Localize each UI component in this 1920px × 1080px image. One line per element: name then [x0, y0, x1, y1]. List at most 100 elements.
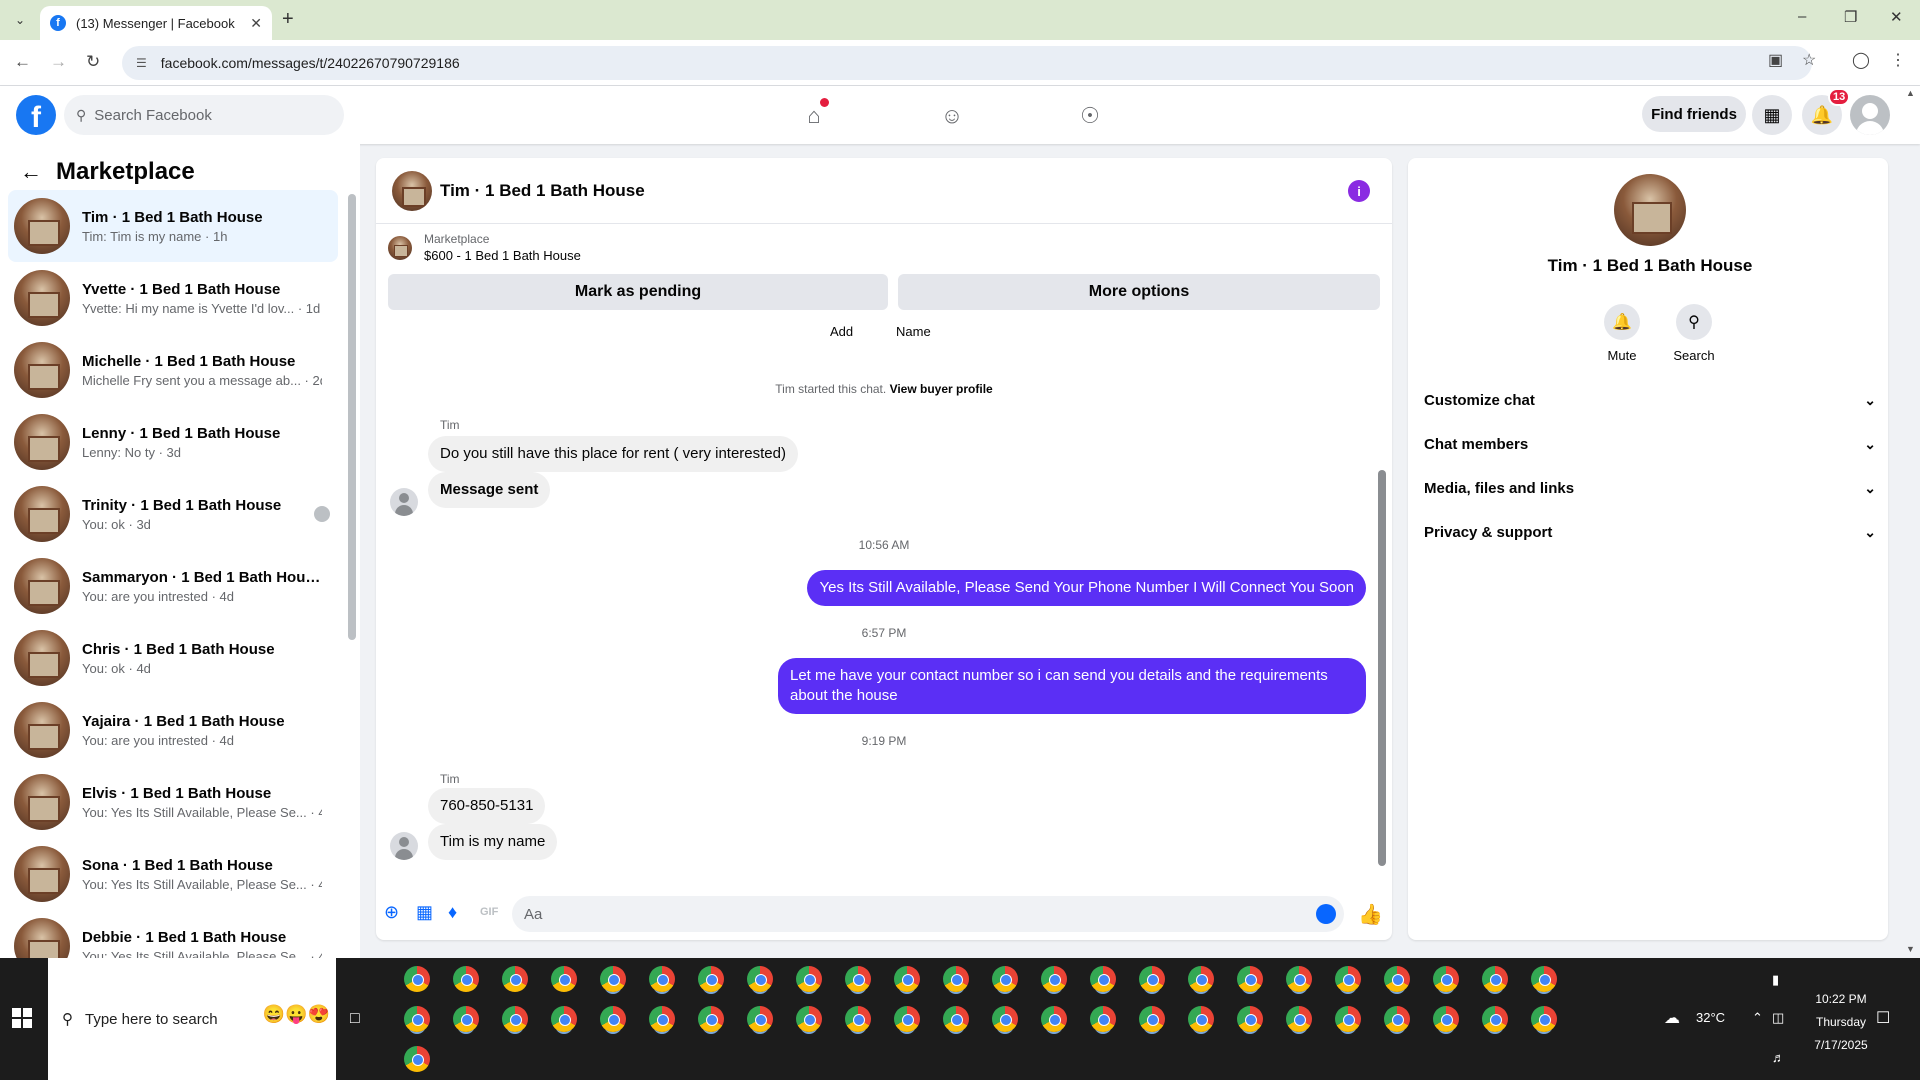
sender-avatar[interactable] [390, 488, 418, 516]
taskbar-browser-icon[interactable] [453, 1006, 479, 1032]
taskbar-browser-icon[interactable] [894, 1006, 920, 1032]
taskbar-browser-icon[interactable] [1482, 1006, 1508, 1032]
taskbar-browser-icon[interactable] [943, 1006, 969, 1032]
reload-icon[interactable]: ↻ [86, 52, 100, 72]
customize-chat-row[interactable]: Customize chat ⌄ [1424, 382, 1876, 418]
taskbar-browser-icon[interactable] [1090, 1006, 1116, 1032]
taskbar-browser-icon[interactable] [1433, 1006, 1459, 1032]
sender-avatar[interactable] [390, 832, 418, 860]
taskbar-browser-icon[interactable] [1482, 966, 1508, 992]
taskbar-browser-icon[interactable] [1188, 966, 1214, 992]
tab-close-icon[interactable]: ✕ [250, 15, 262, 32]
taskbar-browser-icon[interactable] [1188, 1006, 1214, 1032]
taskbar-browser-icon[interactable] [747, 966, 773, 992]
taskbar-browser-icon[interactable] [502, 1006, 528, 1032]
show-hidden-icons-chevron-icon[interactable]: ⌃ [1752, 1010, 1763, 1026]
taskbar-browser-icon[interactable] [698, 966, 724, 992]
chat-list-scrollbar[interactable] [348, 194, 356, 640]
minimize-button[interactable]: – [1798, 8, 1806, 25]
taskbar-browser-icon[interactable] [698, 1006, 724, 1032]
chat-item[interactable]: Yvette · 1 Bed 1 Bath House Yvette: Hi my… [8, 262, 338, 334]
taskbar-browser-icon[interactable] [1139, 966, 1165, 992]
taskbar-browser-icon[interactable] [1090, 966, 1116, 992]
message-input[interactable]: Aa [512, 896, 1344, 932]
taskbar-browser-icon[interactable] [1384, 966, 1410, 992]
chat-item[interactable]: Debbie · 1 Bed 1 Bath House You: Yes Its … [8, 910, 338, 958]
conversation-thumbnail[interactable] [1614, 174, 1686, 246]
account-avatar[interactable] [1850, 95, 1890, 135]
page-scroll-down-icon[interactable]: ▼ [1906, 944, 1915, 954]
outgoing-message[interactable]: Yes Its Still Available, Please Send You… [807, 570, 1366, 606]
taskbar-browser-icon[interactable] [649, 1006, 675, 1032]
install-app-icon[interactable]: ▣ [1768, 50, 1783, 70]
browser-menu-icon[interactable]: ⋮ [1890, 50, 1906, 70]
forward-arrow-icon[interactable]: → [50, 52, 67, 72]
more-options-button[interactable]: More options [898, 274, 1380, 310]
taskbar-browser-icon[interactable] [1433, 966, 1459, 992]
thumbs-up-icon[interactable]: 👍 [1358, 902, 1383, 927]
incoming-message[interactable]: Message sent [428, 472, 551, 508]
restore-button[interactable]: ❐ [1844, 8, 1857, 26]
taskbar-browser-icon[interactable] [1531, 966, 1557, 992]
profile-icon[interactable]: ◯ [1852, 50, 1870, 70]
weather-temperature[interactable]: 32°C [1696, 1010, 1725, 1025]
taskbar-browser-icon[interactable] [1286, 1006, 1312, 1032]
friends-icon[interactable]: ☺ [936, 100, 968, 132]
taskbar-browser-icon[interactable] [453, 966, 479, 992]
taskbar-browser-icon[interactable] [992, 966, 1018, 992]
taskbar-browser-icon[interactable] [992, 1006, 1018, 1032]
taskbar-browser-icon[interactable] [649, 966, 675, 992]
taskbar-browser-icon[interactable] [404, 1006, 430, 1032]
close-window-button[interactable]: ✕ [1890, 8, 1903, 26]
home-icon[interactable]: ⌂ [798, 98, 830, 132]
taskbar-clock[interactable]: 10:22 PM Thursday 7/17/2025 [1796, 988, 1886, 1057]
taskbar-browser-icon[interactable] [1139, 1006, 1165, 1032]
back-arrow-icon[interactable]: ← [14, 52, 31, 72]
taskbar-browser-icon[interactable] [845, 1006, 871, 1032]
notification-center-icon[interactable]: ☐ [1876, 1008, 1890, 1028]
incoming-message[interactable]: Tim is my name [428, 824, 558, 860]
taskbar-browser-icon[interactable] [747, 1006, 773, 1032]
taskbar-browser-icon[interactable] [502, 966, 528, 992]
taskbar-search-box[interactable]: ⚲ Type here to search 😄😛😍 [48, 958, 336, 1080]
media-files-links-row[interactable]: Media, files and links ⌄ [1424, 470, 1876, 506]
windows-start-icon[interactable] [12, 1008, 32, 1028]
mute-button[interactable]: 🔔 Mute [1592, 304, 1652, 363]
taskbar-browser-icon[interactable] [1335, 1006, 1361, 1032]
tab-search-chevron-icon[interactable]: ⌄ [8, 8, 32, 32]
chat-item[interactable]: Trinity · 1 Bed 1 Bath House You: ok · 3d [8, 478, 338, 550]
photo-icon[interactable]: ▦ [416, 902, 433, 923]
groups-icon[interactable]: ☉ [1074, 100, 1106, 132]
taskbar-browser-icon[interactable] [404, 966, 430, 992]
incoming-message[interactable]: 760-850-5131 [428, 788, 546, 824]
taskbar-browser-icon[interactable] [404, 1046, 430, 1072]
site-info-icon[interactable]: ☰ [136, 56, 147, 70]
taskbar-browser-icon[interactable] [796, 966, 822, 992]
address-bar[interactable]: ☰ facebook.com/messages/t/24022670790729… [122, 46, 1812, 80]
taskbar-browser-icon[interactable] [943, 966, 969, 992]
chat-item[interactable]: Chris · 1 Bed 1 Bath House You: ok · 4d [8, 622, 338, 694]
taskbar-browser-icon[interactable] [1237, 966, 1263, 992]
chat-item[interactable]: Sammaryon · 1 Bed 1 Bath House You: are y… [8, 550, 338, 622]
chat-item[interactable]: Michelle · 1 Bed 1 Bath House Michelle Fr… [8, 334, 338, 406]
chat-item[interactable]: Sona · 1 Bed 1 Bath House You: Yes Its St… [8, 838, 338, 910]
taskbar-browser-icon[interactable] [894, 966, 920, 992]
gif-icon[interactable]: GIF [480, 906, 498, 918]
chat-members-row[interactable]: Chat members ⌄ [1424, 426, 1876, 462]
emoji-icon[interactable] [1316, 904, 1336, 924]
view-buyer-profile-link[interactable]: View buyer profile [890, 382, 993, 396]
taskbar-browser-icon[interactable] [1041, 1006, 1067, 1032]
chat-item[interactable]: Lenny · 1 Bed 1 Bath House Lenny: No ty ·… [8, 406, 338, 478]
incoming-message[interactable]: Do you still have this place for rent ( … [428, 436, 798, 472]
search-button[interactable]: ⚲ Search [1664, 304, 1724, 363]
find-friends-button[interactable]: Find friends [1642, 96, 1746, 132]
facebook-search-input[interactable]: ⚲ Search Facebook [64, 95, 344, 135]
plus-circle-icon[interactable]: ⊕ [384, 902, 399, 923]
chat-item[interactable]: Elvis · 1 Bed 1 Bath House You: Yes Its S… [8, 766, 338, 838]
page-scroll-up-icon[interactable]: ▲ [1906, 88, 1915, 98]
weather-icon[interactable]: ☁ [1664, 1008, 1680, 1028]
new-tab-button[interactable]: + [282, 8, 294, 31]
menu-grid-icon[interactable]: ▦ [1752, 95, 1792, 135]
taskbar-browser-icon[interactable] [1531, 1006, 1557, 1032]
taskbar-browser-icon[interactable] [600, 1006, 626, 1032]
